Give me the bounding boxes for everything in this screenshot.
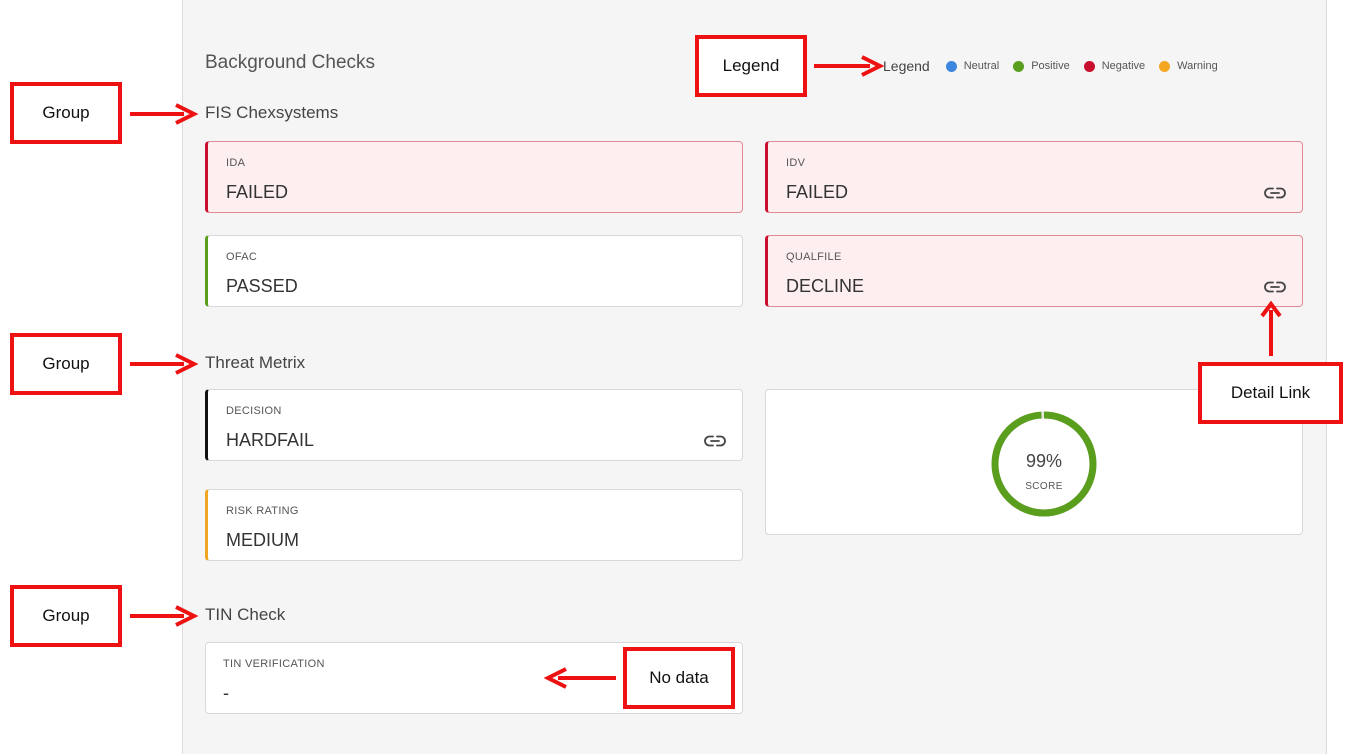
check-label: IDV [786, 157, 806, 169]
check-value: HARDFAIL [226, 430, 315, 450]
group-title-threat-metrix: Threat Metrix [205, 353, 306, 372]
check-card-qualfile: QUALFILE DECLINE [765, 235, 1303, 307]
check-label: IDA [226, 157, 246, 169]
neutral-dot-icon [945, 60, 957, 72]
check-value: - [223, 683, 229, 703]
check-value: DECLINE [786, 276, 865, 296]
legend-item-label: Warning [1177, 60, 1218, 72]
negative-dot-icon [1083, 60, 1095, 72]
check-value: FAILED [786, 182, 849, 202]
link-icon[interactable] [704, 434, 726, 448]
legend-label: Legend [883, 58, 930, 74]
annotation-arrow-right-icon [130, 353, 199, 375]
section-title: Background Checks [205, 52, 376, 73]
annotation-detail-link-box: Detail Link [1198, 362, 1343, 424]
group-title-fis-chexsystems: FIS Chexsystems [205, 103, 339, 122]
check-card-risk-rating: RISK RATING MEDIUM [205, 489, 743, 561]
link-icon[interactable] [1264, 280, 1286, 294]
annotation-group-box: Group [10, 333, 122, 395]
legend-item-warning: Warning [1159, 60, 1218, 72]
annotation-arrow-right-icon [130, 103, 199, 125]
legend: Legend Neutral Positive Negative Warning [883, 56, 1218, 76]
annotation-group-box: Group [10, 585, 122, 647]
check-value: FAILED [226, 182, 289, 202]
annotation-arrow-left-icon [544, 667, 616, 689]
warning-dot-icon [1159, 60, 1171, 72]
annotation-arrow-up-icon [1260, 300, 1282, 356]
check-label: RISK RATING [226, 505, 299, 517]
group-title-tin-check: TIN Check [205, 605, 286, 624]
check-value: MEDIUM [226, 530, 299, 550]
annotation-legend-box: Legend [695, 35, 807, 97]
check-label: DECISION [226, 405, 282, 417]
legend-item-positive: Positive [1013, 60, 1070, 72]
legend-item-label: Neutral [963, 60, 1000, 72]
legend-item-label: Positive [1031, 60, 1070, 72]
check-card-ida: IDA FAILED [205, 141, 743, 213]
annotation-group-box: Group [10, 82, 122, 144]
link-icon[interactable] [1264, 186, 1286, 200]
legend-item-negative: Negative [1083, 60, 1146, 72]
check-label: OFAC [226, 251, 258, 263]
check-value: PASSED [226, 276, 298, 296]
score-value: 99% [1025, 451, 1063, 471]
check-card-ofac: OFAC PASSED [205, 235, 743, 307]
background-checks-panel [182, 0, 1327, 754]
check-label: TIN VERIFICATION [223, 658, 325, 670]
annotation-no-data-box: No data [623, 647, 735, 709]
check-card-decision: DECISION HARDFAIL [205, 389, 743, 461]
score-label: SCORE [1025, 481, 1063, 492]
check-card-idv: IDV FAILED [765, 141, 1303, 213]
check-label: QUALFILE [786, 251, 842, 263]
annotation-arrow-right-icon [814, 55, 885, 77]
legend-item-neutral: Neutral [945, 60, 1000, 72]
positive-dot-icon [1013, 60, 1025, 72]
legend-item-label: Negative [1101, 60, 1146, 72]
annotation-arrow-right-icon [130, 605, 199, 627]
